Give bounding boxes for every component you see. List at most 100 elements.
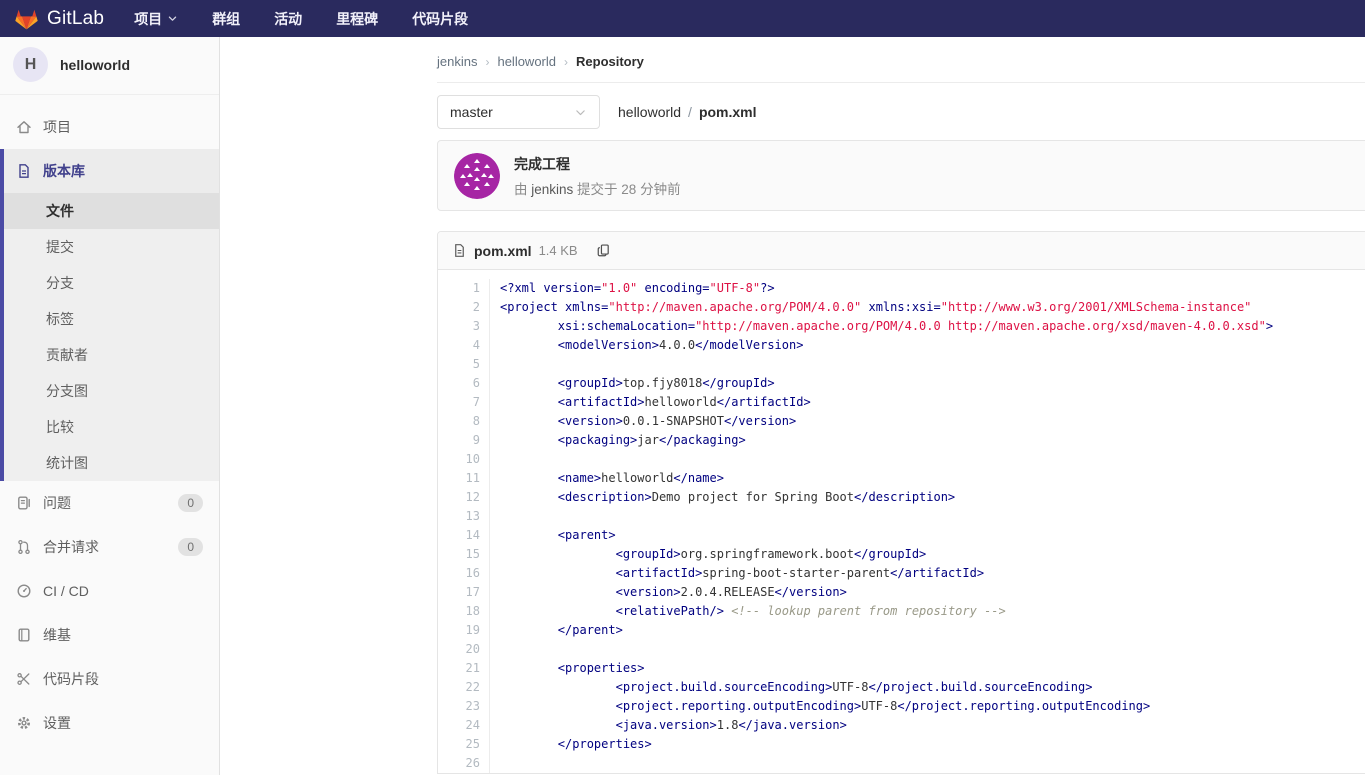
line-number-link[interactable]: 21 [438, 659, 490, 678]
line-number-link[interactable]: 25 [438, 735, 490, 754]
code-blob: 1<?xml version="1.0" encoding="UTF-8"?>2… [438, 270, 1365, 773]
line-number-link[interactable]: 3 [438, 317, 490, 336]
nav-item-label: 里程碑 [336, 9, 378, 29]
nav-item-groups[interactable]: 群组 [212, 9, 240, 29]
line-number-link[interactable]: 13 [438, 507, 490, 526]
code-line-content: </properties> [490, 735, 652, 754]
nav-item-snippets[interactable]: 代码片段 [412, 9, 468, 29]
breadcrumb-link[interactable]: jenkins [437, 54, 477, 69]
line-number-link[interactable]: 24 [438, 716, 490, 735]
chevron-down-icon [167, 11, 178, 27]
line-number-link[interactable]: 20 [438, 640, 490, 659]
code-line-content [490, 450, 500, 469]
line-number-link[interactable]: 7 [438, 393, 490, 412]
nav-item-activity[interactable]: 活动 [274, 9, 302, 29]
sidebar-item-snippets[interactable]: 代码片段 [0, 657, 219, 701]
commit-author-link[interactable]: jenkins [531, 182, 573, 197]
doc-icon [16, 163, 32, 179]
line-number-link[interactable]: 10 [438, 450, 490, 469]
sidebar-item-project-home[interactable]: 项目 [0, 105, 219, 149]
code-line-content: <artifactId>helloworld</artifactId> [490, 393, 811, 412]
breadcrumb-link[interactable]: helloworld [497, 54, 556, 69]
code-line: 8 <version>0.0.1-SNAPSHOT</version> [438, 412, 1365, 431]
code-line: 17 <version>2.0.4.RELEASE</version> [438, 583, 1365, 602]
line-number-link[interactable]: 16 [438, 564, 490, 583]
sidebar-subitem-files[interactable]: 文件 [4, 193, 219, 229]
project-avatar: H [13, 47, 48, 82]
code-line: 2<project xmlns="http://maven.apache.org… [438, 298, 1365, 317]
path-separator: / [688, 104, 692, 120]
code-line: 22 <project.build.sourceEncoding>UTF-8</… [438, 678, 1365, 697]
code-line: 21 <properties> [438, 659, 1365, 678]
code-line-content: <properties> [490, 659, 645, 678]
line-number-link[interactable]: 8 [438, 412, 490, 431]
sidebar-item-merge-requests[interactable]: 合并请求0 [0, 525, 219, 569]
line-number-link[interactable]: 6 [438, 374, 490, 393]
nav-item-projects[interactable]: 项目 [134, 9, 178, 29]
sidebar-section-repository: 版本库文件提交分支标签贡献者分支图比较统计图 [0, 149, 219, 481]
file-text-icon [452, 243, 467, 258]
sidebar-subitem-graph[interactable]: 分支图 [4, 373, 219, 409]
code-line-content: </parent> [490, 621, 623, 640]
nav-item-milestones[interactable]: 里程碑 [336, 9, 378, 29]
line-number-link[interactable]: 2 [438, 298, 490, 317]
line-number-link[interactable]: 15 [438, 545, 490, 564]
line-number-link[interactable]: 1 [438, 279, 490, 298]
line-number-link[interactable]: 5 [438, 355, 490, 374]
commit-meta-prefix: 由 [514, 182, 531, 197]
copy-file-contents-button[interactable] [596, 243, 611, 258]
sidebar-subitem-tags[interactable]: 标签 [4, 301, 219, 337]
code-line-content: <java.version>1.8</java.version> [490, 716, 847, 735]
gitlab-logo-home-link[interactable]: GitLab [14, 7, 104, 31]
sidebar-item-settings[interactable]: 设置 [0, 701, 219, 745]
line-number-link[interactable]: 12 [438, 488, 490, 507]
sidebar-subitem-commits[interactable]: 提交 [4, 229, 219, 265]
sidebar-subitem-branches[interactable]: 分支 [4, 265, 219, 301]
top-navbar: GitLab 项目 群组 活动 里程碑 代码片段 [0, 0, 1365, 37]
breadcrumb-current[interactable]: Repository [576, 54, 644, 69]
line-number-link[interactable]: 9 [438, 431, 490, 450]
issues-icon [16, 495, 32, 511]
code-line: 23 <project.reporting.outputEncoding>UTF… [438, 697, 1365, 716]
code-line-content: <artifactId>spring-boot-starter-parent</… [490, 564, 984, 583]
settings-icon [16, 715, 32, 731]
code-line-content: <project.reporting.outputEncoding>UTF-8<… [490, 697, 1150, 716]
sidebar-item-issues[interactable]: 问题0 [0, 481, 219, 525]
tree-controls: master helloworld / pom.xml [437, 95, 1365, 129]
line-number-link[interactable]: 23 [438, 697, 490, 716]
code-line-content: <relativePath/> <!-- lookup parent from … [490, 602, 1006, 621]
sidebar-item-wiki[interactable]: 维基 [0, 613, 219, 657]
line-number-link[interactable]: 11 [438, 469, 490, 488]
line-number-link[interactable]: 17 [438, 583, 490, 602]
project-context-header[interactable]: H helloworld [0, 37, 219, 95]
line-number-link[interactable]: 19 [438, 621, 490, 640]
line-number-link[interactable]: 18 [438, 602, 490, 621]
project-name: helloworld [60, 57, 130, 73]
sidebar-subitem-compare[interactable]: 比较 [4, 409, 219, 445]
code-line-content: <version>0.0.1-SNAPSHOT</version> [490, 412, 796, 431]
gitlab-app: GitLab 项目群组活动里程碑代码片段 H helloworld 项目版本库文… [0, 0, 1365, 775]
file-path-breadcrumb: helloworld / pom.xml [618, 104, 757, 120]
commit-author-avatar[interactable] [454, 153, 500, 199]
line-number-link[interactable]: 26 [438, 754, 490, 773]
sidebar-item-ci-cd[interactable]: CI / CD [0, 569, 219, 613]
branch-selector[interactable]: master [437, 95, 600, 129]
sidebar-item-repository[interactable]: 版本库 [4, 149, 219, 193]
breadcrumb-separator: › [485, 55, 489, 69]
last-commit-box: 完成工程 由 jenkins 提交于 28 分钟前 [437, 140, 1365, 211]
nav-item-label: 群组 [212, 9, 240, 29]
line-number-link[interactable]: 14 [438, 526, 490, 545]
code-line-content: <groupId>org.springframework.boot</group… [490, 545, 926, 564]
path-link[interactable]: helloworld [618, 104, 681, 120]
code-line-content [490, 355, 500, 374]
navbar-menu: 项目 群组 活动 里程碑 代码片段 [134, 9, 468, 29]
line-number-link[interactable]: 4 [438, 336, 490, 355]
code-line: 24 <java.version>1.8</java.version> [438, 716, 1365, 735]
line-number-link[interactable]: 22 [438, 678, 490, 697]
sidebar-subitem-contributors[interactable]: 贡献者 [4, 337, 219, 373]
sidebar-subitem-charts[interactable]: 统计图 [4, 445, 219, 481]
wiki-icon [16, 627, 32, 643]
commit-title-link[interactable]: 完成工程 [514, 154, 681, 174]
path-current-file: pom.xml [699, 104, 757, 120]
brand-name: GitLab [47, 8, 104, 30]
